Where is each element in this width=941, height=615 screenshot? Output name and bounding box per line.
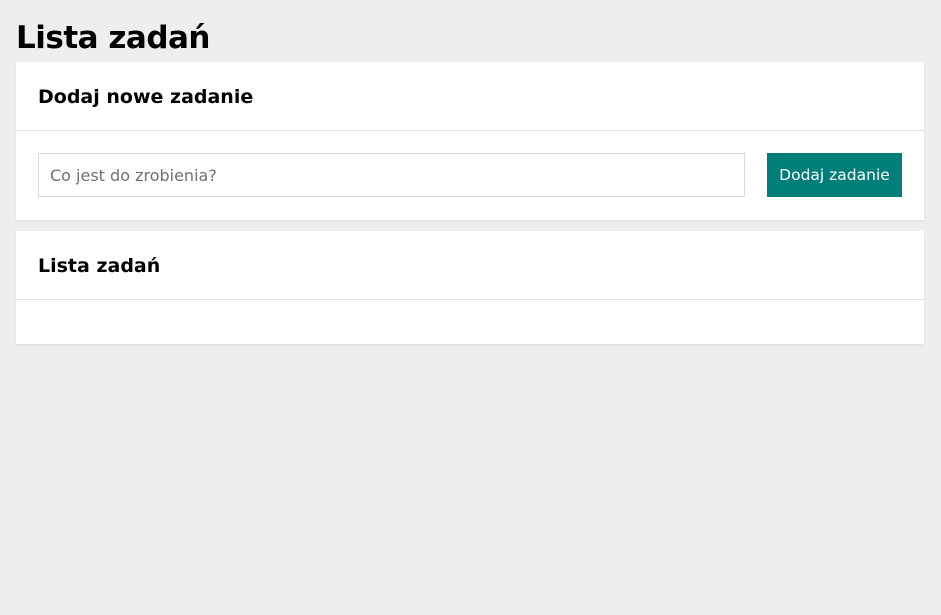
page-title: Lista zadań — [16, 20, 211, 56]
add-task-card: Dodaj nowe zadanie Dodaj zadanie — [16, 62, 924, 220]
task-list-card: Lista zadań — [16, 231, 924, 344]
add-task-button[interactable]: Dodaj zadanie — [767, 153, 902, 197]
task-input[interactable] — [38, 153, 745, 197]
add-task-form: Dodaj zadanie — [16, 131, 924, 220]
task-list-heading: Lista zadań — [38, 255, 161, 277]
task-list-card-header: Lista zadań — [16, 231, 924, 300]
add-task-card-header: Dodaj nowe zadanie — [16, 62, 924, 131]
page: Lista zadań Dodaj nowe zadanie Dodaj zad… — [0, 0, 941, 344]
add-task-heading: Dodaj nowe zadanie — [38, 86, 254, 108]
task-list-body — [16, 300, 924, 344]
